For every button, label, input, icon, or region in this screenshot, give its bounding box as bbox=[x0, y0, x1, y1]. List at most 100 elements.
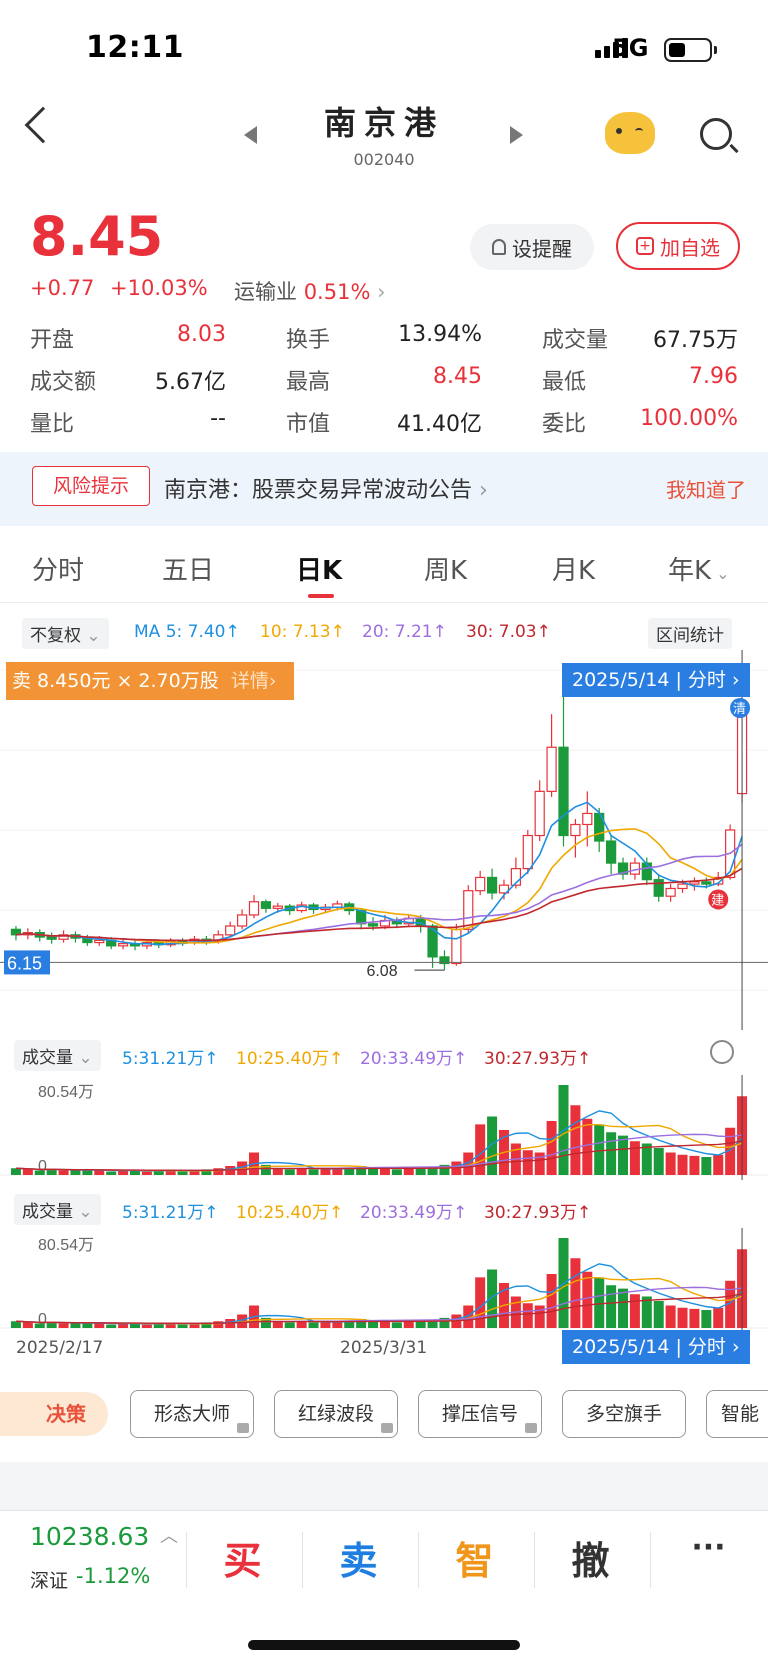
strategy-label: 红绿波段 bbox=[297, 1403, 374, 1425]
volume-bar bbox=[272, 1168, 283, 1175]
volume-bar bbox=[308, 1322, 319, 1328]
candle-body bbox=[248, 901, 260, 916]
candle-body bbox=[260, 901, 272, 909]
arrow-up-icon: ↑ bbox=[577, 1049, 592, 1069]
sell-button[interactable]: 卖 bbox=[300, 1530, 417, 1585]
volume-bar bbox=[701, 1310, 712, 1328]
adjust-dropdown[interactable]: 不复权 ⌄ bbox=[22, 618, 109, 649]
tab-intraday[interactable]: 分时 bbox=[32, 550, 84, 587]
candle-body bbox=[582, 812, 593, 826]
tab-five-day[interactable]: 五日 bbox=[162, 550, 214, 587]
ma20-label: 20: 7.21↑ bbox=[362, 622, 447, 642]
volume-bar bbox=[34, 1170, 45, 1175]
volume-bar bbox=[10, 1168, 21, 1175]
mascot-icon[interactable] bbox=[605, 112, 655, 154]
volume-bar bbox=[403, 1168, 414, 1175]
sell-order-info: 卖 8.450元 × 2.70万股 bbox=[12, 670, 219, 692]
candle-body bbox=[46, 936, 57, 940]
ma30-value: 30: 7.03 bbox=[466, 622, 537, 642]
vol-ma20-value: 20:33.49万 bbox=[360, 1049, 454, 1069]
tab-yearly-k-label: 年K bbox=[668, 556, 712, 586]
stat-label: 成交额 bbox=[30, 370, 97, 395]
index-change: -1.12% bbox=[76, 1564, 151, 1588]
ma-line bbox=[15, 843, 743, 942]
crosshair-date-tag-bottom[interactable]: 2025/5/14 | 分时 › bbox=[562, 1330, 750, 1364]
ma5-value: MA 5: 7.40 bbox=[134, 622, 226, 642]
volume-bar bbox=[22, 1322, 33, 1328]
candle-body bbox=[653, 879, 664, 897]
chevron-up-icon[interactable]: ︿ bbox=[160, 1522, 178, 1548]
vol-ma10-value: 10:25.40万 bbox=[236, 1049, 330, 1069]
vol-ma5-label: 5:31.21万↑ bbox=[122, 1044, 218, 1069]
tab-monthly-k[interactable]: 月K bbox=[552, 550, 595, 587]
candle-body bbox=[486, 876, 498, 894]
strategy-smart[interactable]: 智能 bbox=[706, 1390, 768, 1438]
strategy-label: 形态大师 bbox=[153, 1403, 230, 1425]
candle-body bbox=[665, 887, 676, 897]
add-watchlist-label: 加自选 bbox=[660, 235, 720, 260]
tab-yearly-k[interactable]: 年K ⌄ bbox=[668, 550, 730, 587]
volume-chart[interactable]: 80.54万0 bbox=[0, 1075, 768, 1180]
arrow-up-icon: ↑ bbox=[453, 1049, 468, 1069]
risk-notice-label: 南京港：股票交易异常波动公告 bbox=[164, 478, 473, 503]
next-stock-icon[interactable] bbox=[510, 126, 523, 144]
candle-body bbox=[558, 746, 569, 837]
candle-body bbox=[463, 890, 474, 930]
cancel-order-button[interactable]: 撤 bbox=[532, 1530, 649, 1585]
strategy-red-green-band[interactable]: 红绿波段 bbox=[274, 1390, 398, 1438]
vol2-ma20-label: 20:33.49万↑ bbox=[360, 1198, 467, 1223]
add-watchlist-button[interactable]: + 加自选 bbox=[616, 222, 740, 270]
chevron-right-icon: › bbox=[377, 280, 386, 304]
strategy-support-resistance[interactable]: 撑压信号 bbox=[418, 1390, 542, 1438]
candle-body bbox=[94, 939, 105, 944]
vol2-ma5-value: 5:31.21万 bbox=[122, 1203, 205, 1223]
candle-body bbox=[534, 790, 545, 837]
decision-button[interactable]: 决策 bbox=[0, 1392, 108, 1436]
tab-weekly-k[interactable]: 周K bbox=[424, 550, 467, 587]
vol2-ma30-value: 30:27.93万 bbox=[484, 1203, 578, 1223]
crosshair-date-tag[interactable]: 2025/5/14 | 分时 › bbox=[562, 663, 750, 697]
dismiss-risk-button[interactable]: 我知道了 bbox=[666, 474, 746, 503]
stat-value: -- bbox=[210, 406, 226, 431]
volume-bar bbox=[391, 1322, 402, 1328]
arrow-up-icon: ↑ bbox=[329, 1049, 344, 1069]
volume-label: 成交量 bbox=[22, 1048, 73, 1068]
stat-value: 100.00% bbox=[640, 406, 738, 431]
candle-body bbox=[451, 928, 462, 965]
ma5-label: MA 5: 7.40↑ bbox=[134, 622, 240, 642]
smart-button[interactable]: 智 bbox=[416, 1530, 533, 1585]
strategy-pattern-master[interactable]: 形态大师 bbox=[130, 1390, 254, 1438]
sector-link[interactable]: 运输业 0.51% › bbox=[234, 276, 386, 306]
volume-bar bbox=[141, 1324, 152, 1328]
volume-bar bbox=[379, 1321, 390, 1328]
candle-body bbox=[522, 834, 533, 870]
search-icon[interactable] bbox=[700, 118, 732, 150]
set-reminder-button[interactable]: 设提醒 bbox=[470, 224, 594, 270]
buy-button[interactable]: 买 bbox=[184, 1530, 301, 1585]
vol2-ma5-label: 5:31.21万↑ bbox=[122, 1198, 218, 1223]
price-mark: 6.15 bbox=[7, 953, 42, 973]
candlestick-chart[interactable]: 6.15 6.08 清建 bbox=[0, 650, 768, 1030]
strategy-label: 撑压信号 bbox=[441, 1403, 518, 1425]
strategy-long-short[interactable]: 多空旗手 bbox=[562, 1390, 686, 1438]
stat-value: 5.67亿 bbox=[155, 370, 226, 395]
volume-bar bbox=[618, 1288, 629, 1328]
candle-body bbox=[475, 876, 486, 892]
settings-icon[interactable] bbox=[710, 1040, 734, 1064]
detail-link: 详情 bbox=[230, 670, 269, 692]
risk-notice-text[interactable]: 南京港：股票交易异常波动公告 › bbox=[164, 472, 488, 504]
volume-bar bbox=[379, 1168, 390, 1175]
volume-bar bbox=[487, 1269, 498, 1328]
tab-daily-k[interactable]: 日K bbox=[296, 550, 342, 587]
volume-max-label: 80.54万 bbox=[38, 1237, 94, 1254]
volume-indicator-dropdown[interactable]: 成交量 ⌄ bbox=[14, 1040, 101, 1071]
battery-tip bbox=[714, 46, 717, 54]
sell-order-banner[interactable]: 卖 8.450元 × 2.70万股 详情› bbox=[6, 662, 294, 700]
more-button[interactable]: ··· bbox=[650, 1530, 767, 1565]
index-value[interactable]: 10238.63 bbox=[30, 1522, 149, 1551]
range-stats-button[interactable]: 区间统计 bbox=[648, 618, 732, 649]
volume-bar bbox=[689, 1155, 700, 1175]
volume-indicator-dropdown-2[interactable]: 成交量 ⌄ bbox=[14, 1194, 101, 1225]
chevron-down-icon: ⌄ bbox=[78, 1048, 93, 1068]
volume-chart-2[interactable]: 80.54万0 bbox=[0, 1228, 768, 1333]
